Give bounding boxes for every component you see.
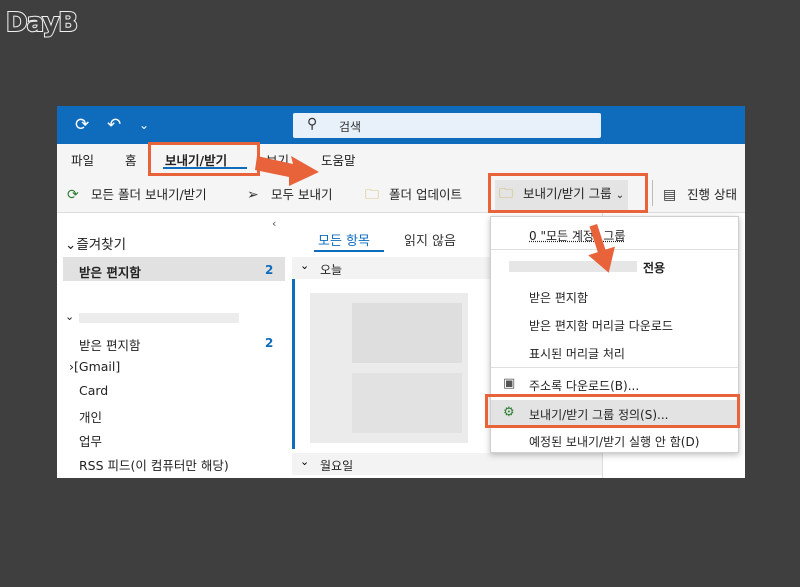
arrow-down-icon bbox=[588, 223, 615, 273]
tutorial-arrows bbox=[255, 156, 615, 273]
outlook-window: ⟳ ↶ ⌄ ⚲ 검색 파일 홈 보내기/받기 보기 도움말 ⟳ 모든 폴더 보내기… bbox=[57, 106, 745, 478]
watermark-logo: DayB bbox=[5, 7, 79, 39]
arrow-right-icon bbox=[255, 156, 319, 186]
